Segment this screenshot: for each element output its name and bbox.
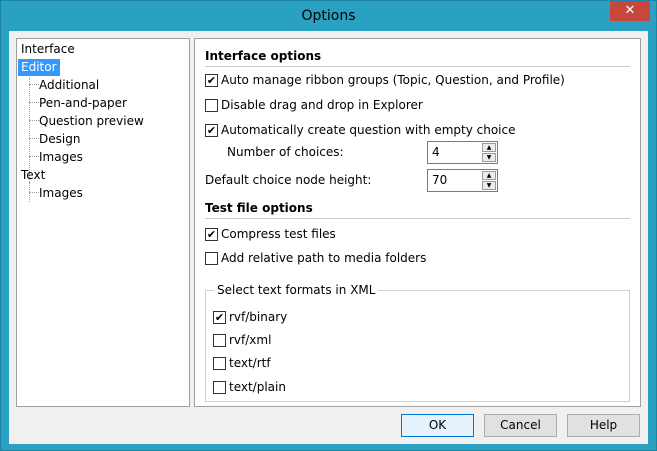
spinner-value: 4 — [432, 145, 440, 159]
tree-item-additional[interactable]: Additional — [36, 77, 102, 94]
checkbox-label: Auto manage ribbon groups (Topic, Questi… — [221, 73, 565, 87]
default-node-height-label: Default choice node height: — [205, 173, 372, 187]
tree-item-interface[interactable]: Interface — [18, 41, 78, 58]
checkbox-label: rvf/xml — [229, 333, 272, 347]
auto-create-question-checkbox[interactable]: Automatically create question with empty… — [205, 122, 516, 138]
checkbox-box — [213, 380, 226, 394]
format-rvf-xml-checkbox[interactable]: rvf/xml — [213, 332, 271, 348]
tree-item-text-images[interactable]: Images — [36, 185, 86, 202]
checkbox-box — [213, 310, 226, 324]
spinner-value: 70 — [432, 173, 448, 187]
tree-item-editor[interactable]: Editor — [18, 59, 60, 76]
spinner-down-icon[interactable]: ▼ — [482, 153, 496, 162]
format-text-plain-checkbox[interactable]: text/plain — [213, 379, 286, 395]
checkbox-label: Compress test files — [221, 227, 336, 241]
close-icon: ✕ — [624, 3, 636, 18]
checkbox-label: Add relative path to media folders — [221, 251, 427, 265]
checkbox-box — [205, 98, 218, 112]
title-bar[interactable]: Options ✕ — [1, 1, 656, 31]
compress-test-files-checkbox[interactable]: Compress test files — [205, 226, 336, 242]
checkbox-box — [205, 123, 218, 137]
spinner-up-icon[interactable]: ▲ — [482, 143, 496, 152]
format-rvf-binary-checkbox[interactable]: rvf/binary — [213, 309, 287, 325]
ok-button[interactable]: OK — [401, 414, 474, 437]
number-of-choices-label: Number of choices: — [227, 145, 344, 159]
options-window: Options ✕ Interface Editor Additional Pe… — [0, 0, 657, 451]
close-button[interactable]: ✕ — [610, 1, 650, 21]
tree-item-design[interactable]: Design — [36, 131, 83, 148]
spinner-down-icon[interactable]: ▼ — [482, 181, 496, 190]
relative-path-checkbox[interactable]: Add relative path to media folders — [205, 250, 426, 266]
spinner-up-icon[interactable]: ▲ — [482, 171, 496, 180]
cancel-button[interactable]: Cancel — [484, 414, 557, 437]
default-node-height-spinner[interactable]: 70 ▲ ▼ — [427, 169, 498, 192]
number-of-choices-spinner[interactable]: 4 ▲ ▼ — [427, 141, 498, 164]
tree-item-images[interactable]: Images — [36, 149, 86, 166]
tree-item-question-preview[interactable]: Question preview — [36, 113, 147, 130]
checkbox-box — [213, 333, 226, 347]
help-button[interactable]: Help — [567, 414, 640, 437]
test-file-options-heading: Test file options — [205, 201, 313, 215]
format-text-rtf-checkbox[interactable]: text/rtf — [213, 355, 271, 371]
checkbox-label: Automatically create question with empty… — [221, 123, 516, 137]
checkbox-box — [205, 251, 218, 265]
interface-options-heading: Interface options — [205, 49, 322, 63]
settings-panel: Interface options Auto manage ribbon gro… — [194, 38, 641, 407]
text-formats-groupbox: Select text formats in XML rvf/binary rv… — [205, 283, 630, 402]
checkbox-box — [205, 227, 218, 241]
checkbox-label: rvf/binary — [229, 310, 288, 324]
section-divider — [205, 66, 630, 67]
checkbox-box — [205, 73, 218, 87]
category-tree[interactable]: Interface Editor Additional Pen-and-pape… — [16, 38, 190, 407]
window-title: Options — [301, 8, 356, 24]
disable-drag-drop-checkbox[interactable]: Disable drag and drop in Explorer — [205, 97, 423, 113]
checkbox-label: text/rtf — [229, 356, 271, 370]
auto-manage-ribbon-checkbox[interactable]: Auto manage ribbon groups (Topic, Questi… — [205, 72, 565, 88]
checkbox-box — [213, 356, 226, 370]
tree-item-text[interactable]: Text — [18, 167, 48, 184]
checkbox-label: text/plain — [229, 380, 286, 394]
dialog-client: Interface Editor Additional Pen-and-pape… — [9, 31, 648, 444]
section-divider — [205, 218, 630, 219]
groupbox-title: Select text formats in XML — [214, 283, 379, 297]
checkbox-label: Disable drag and drop in Explorer — [221, 98, 423, 112]
tree-item-pen-and-paper[interactable]: Pen-and-paper — [36, 95, 130, 112]
